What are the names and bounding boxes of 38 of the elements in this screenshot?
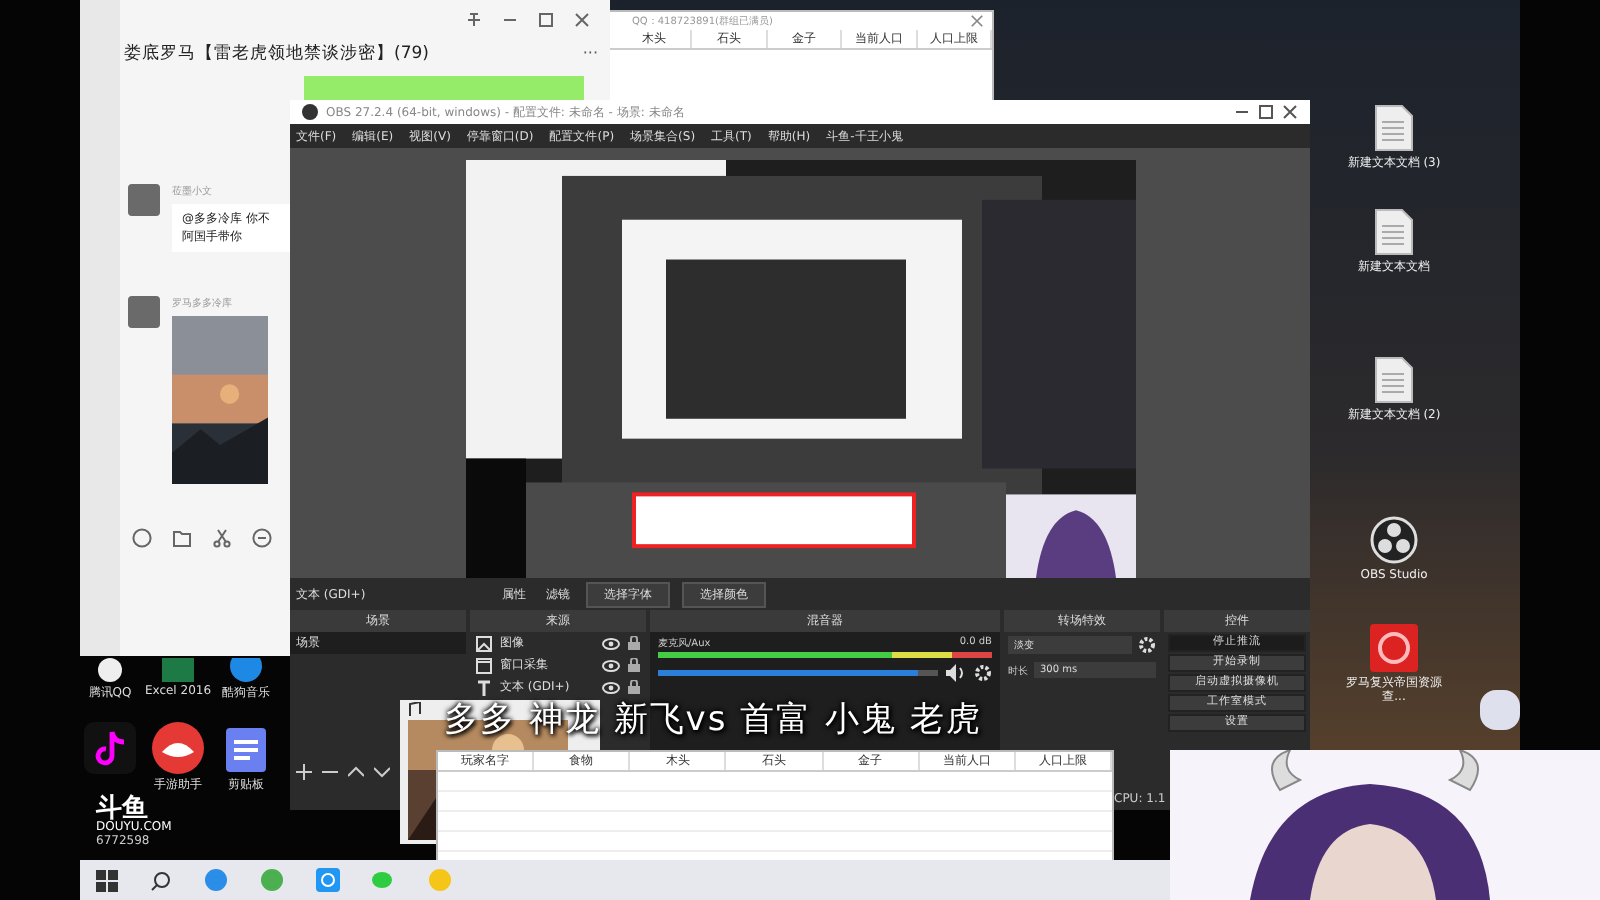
window-icon	[476, 657, 492, 673]
app-icon[interactable]	[1370, 624, 1418, 672]
logo-text: 斗鱼	[96, 796, 148, 822]
up-icon[interactable]	[348, 764, 364, 780]
document-icon[interactable]	[1374, 104, 1414, 152]
document-icon[interactable]	[1374, 208, 1414, 256]
eye-icon[interactable]	[602, 637, 620, 649]
eye-icon[interactable]	[602, 681, 620, 693]
app-icon[interactable]	[316, 868, 340, 892]
chat-title: 娄底罗马【雷老虎领地禁谈涉密】(79)	[124, 42, 429, 66]
text-icon	[476, 679, 492, 695]
spreadsheet-icon[interactable]	[156, 658, 200, 682]
clipboard-icon[interactable]	[220, 722, 272, 774]
eye-icon[interactable]	[602, 659, 620, 671]
windows-icon[interactable]	[96, 869, 118, 891]
document-icon[interactable]	[1374, 356, 1414, 404]
add-icon[interactable]	[296, 764, 312, 780]
close-icon[interactable]	[970, 14, 984, 28]
folder-icon[interactable]	[172, 528, 192, 548]
lock-icon[interactable]	[628, 680, 640, 694]
volume-slider[interactable]	[658, 670, 938, 676]
maximize-icon[interactable]	[538, 12, 554, 28]
close-icon[interactable]	[1282, 104, 1298, 120]
music-note-icon[interactable]	[84, 722, 136, 774]
down-icon[interactable]	[374, 764, 390, 780]
settings-icon[interactable]	[974, 664, 992, 682]
settings-icon[interactable]	[1138, 636, 1156, 654]
search-icon[interactable]	[150, 869, 172, 891]
lock-icon[interactable]	[628, 658, 640, 672]
scissors-icon[interactable]	[212, 528, 232, 548]
image-icon	[476, 635, 492, 651]
speaker-icon[interactable]	[946, 664, 966, 682]
maximize-icon[interactable]	[1258, 104, 1274, 120]
pin-icon[interactable]	[466, 12, 482, 28]
close-icon[interactable]	[574, 12, 590, 28]
more-button[interactable]: ···	[582, 44, 598, 62]
lock-icon[interactable]	[628, 636, 640, 650]
emoji-icon[interactable]	[132, 528, 152, 548]
